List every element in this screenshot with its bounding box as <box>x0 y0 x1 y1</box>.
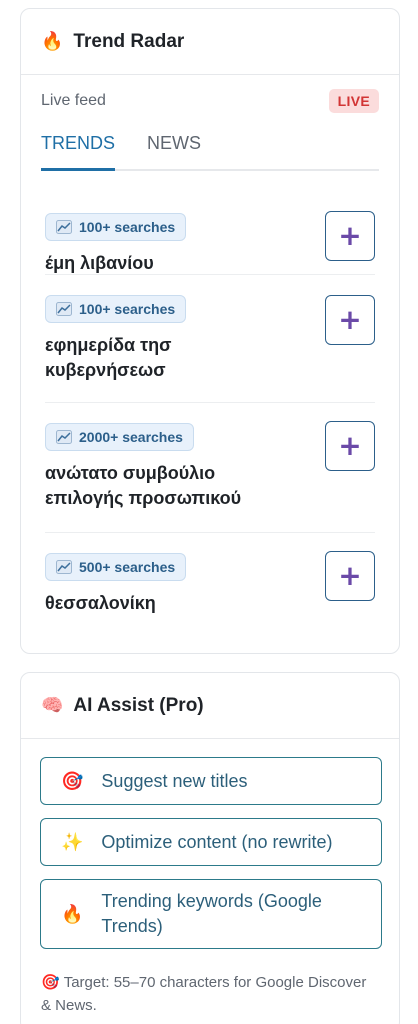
trend-item: 100+ searches εφημερίδα τησ κυβερνήσεωσ … <box>45 275 375 403</box>
plus-icon: + <box>338 303 362 336</box>
fire-icon: 🔥 <box>41 31 64 52</box>
target-icon: 🎯 <box>61 770 84 792</box>
suggest-titles-button[interactable]: 🎯 Suggest new titles <box>40 757 382 805</box>
searches-count: 500+ searches <box>79 559 176 575</box>
trend-list: 100+ searches έμη λιβανίου + 100+ search… <box>21 193 399 633</box>
optimize-content-button[interactable]: ✨ Optimize content (no rewrite) <box>40 818 382 866</box>
add-trend-button[interactable]: + <box>325 211 375 261</box>
plus-icon: + <box>338 559 362 592</box>
add-trend-button[interactable]: + <box>325 421 375 471</box>
trend-tabs: TRENDS NEWS <box>41 133 379 171</box>
live-badge: LIVE <box>328 89 379 113</box>
trend-term: θεσσαλονίκη <box>45 593 156 613</box>
optimize-content-label: Optimize content (no rewrite) <box>101 831 333 852</box>
searches-badge: 100+ searches <box>45 295 187 323</box>
add-trend-button[interactable]: + <box>325 295 375 345</box>
ai-assist-header: 🧠 AI Assist (Pro) <box>21 673 399 739</box>
character-target-note: 🎯 Target: 55–70 characters for Google Dis… <box>21 971 399 1017</box>
chart-trend-icon <box>56 560 72 574</box>
trend-term: ανώτατο συμβούλιο επιλογής προσωπικού <box>45 463 242 508</box>
chart-trend-icon <box>56 220 72 234</box>
searches-count: 100+ searches <box>79 301 176 317</box>
plus-icon: + <box>338 219 362 252</box>
character-target-text: Target: 55–70 characters for Google Disc… <box>41 974 367 1014</box>
trending-keywords-label: Trending keywords (Google Trends) <box>101 891 322 936</box>
trend-item: 2000+ searches ανώτατο συμβούλιο επιλογή… <box>45 403 375 533</box>
plus-icon: + <box>338 429 362 462</box>
tab-news[interactable]: NEWS <box>147 133 201 169</box>
chart-trend-icon <box>56 430 72 444</box>
searches-badge: 500+ searches <box>45 553 187 581</box>
searches-count: 2000+ searches <box>79 429 183 445</box>
trend-radar-header: 🔥 Trend Radar <box>21 9 399 75</box>
ai-assist-card: 🧠 AI Assist (Pro) 🎯 Suggest new titles ✨… <box>20 672 400 1024</box>
fire-icon: 🔥 <box>61 903 84 925</box>
chart-trend-icon <box>56 302 72 316</box>
ai-action-list: 🎯 Suggest new titles ✨ Optimize content … <box>21 757 399 949</box>
ai-assist-title: AI Assist (Pro) <box>73 694 204 716</box>
trend-item: 500+ searches θεσσαλονίκη + <box>45 533 375 633</box>
tab-trends[interactable]: TRENDS <box>41 133 116 171</box>
trend-term: εφημερίδα τησ κυβερνήσεωσ <box>45 335 172 380</box>
live-feed-label: Live feed <box>41 92 106 109</box>
target-icon: 🎯 <box>41 973 60 991</box>
suggest-titles-label: Suggest new titles <box>101 770 248 791</box>
trend-radar-card: 🔥 Trend Radar Live feed LIVE TRENDS NEWS… <box>20 8 400 654</box>
searches-badge: 100+ searches <box>45 213 187 241</box>
trend-radar-title: Trend Radar <box>73 30 185 52</box>
feed-status-row: Live feed LIVE <box>21 89 399 113</box>
trend-term: έμη λιβανίου <box>45 253 154 273</box>
trending-keywords-button[interactable]: 🔥 Trending keywords (Google Trends) <box>40 879 382 949</box>
sparkles-icon: ✨ <box>61 831 84 853</box>
add-trend-button[interactable]: + <box>325 551 375 601</box>
brain-icon: 🧠 <box>41 695 64 716</box>
trend-item: 100+ searches έμη λιβανίου + <box>45 193 375 275</box>
searches-count: 100+ searches <box>79 219 176 235</box>
searches-badge: 2000+ searches <box>45 423 194 451</box>
